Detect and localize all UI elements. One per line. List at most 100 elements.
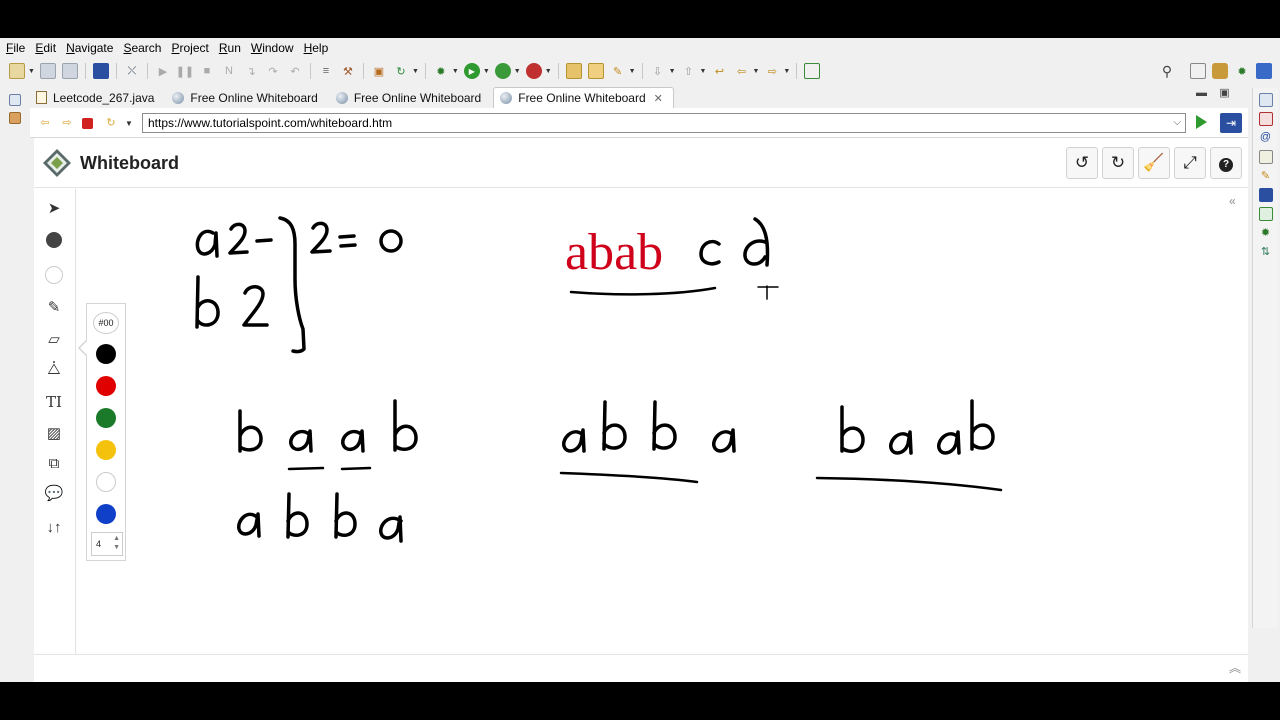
url-input[interactable]: https://www.tutorialspoint.com/whiteboar… bbox=[142, 113, 1186, 133]
drawing-canvas[interactable]: abab bbox=[77, 189, 1225, 654]
step-over-icon[interactable]: ↷ bbox=[265, 63, 281, 79]
chevron-down-icon[interactable]: ▼ bbox=[483, 68, 490, 75]
color-swatch-yellow[interactable] bbox=[96, 440, 116, 460]
forward-icon[interactable]: ⇨ bbox=[60, 117, 74, 130]
package-explorer-icon[interactable] bbox=[9, 112, 21, 124]
chevron-down-icon[interactable]: ▼ bbox=[412, 68, 419, 75]
menu-search[interactable]: Search bbox=[123, 41, 161, 55]
menu-help[interactable]: Help bbox=[304, 41, 329, 55]
tab-leetcode-java[interactable]: Leetcode_267.java bbox=[30, 87, 164, 108]
pointer-tool[interactable]: ➤ bbox=[40, 196, 68, 222]
chevron-down-icon[interactable]: ▼ bbox=[700, 68, 707, 75]
debug-view-icon[interactable]: ✹ bbox=[1259, 226, 1273, 240]
step-into-icon[interactable]: ↴ bbox=[243, 63, 259, 79]
menu-window[interactable]: Window bbox=[251, 41, 294, 55]
close-icon[interactable]: ✕ bbox=[654, 92, 663, 105]
next-annotation-icon[interactable]: ⇩ bbox=[650, 63, 666, 79]
custom-color-button[interactable]: #00 bbox=[93, 312, 119, 334]
search-icon[interactable]: ⚲ bbox=[1159, 63, 1175, 79]
open-type-icon[interactable] bbox=[565, 63, 582, 79]
terminal-icon[interactable] bbox=[92, 63, 109, 79]
color-swatch-black[interactable] bbox=[96, 344, 116, 364]
skip-breakpoints-icon[interactable]: ⤬ bbox=[124, 63, 140, 79]
servers-icon[interactable] bbox=[1258, 207, 1273, 221]
chevron-down-icon[interactable]: ▼ bbox=[783, 68, 790, 75]
restore-icon[interactable] bbox=[9, 94, 21, 106]
image-tool[interactable]: ▨ bbox=[40, 421, 68, 447]
debug-icon[interactable]: ✹ bbox=[433, 63, 449, 79]
coverage-icon[interactable] bbox=[494, 63, 511, 79]
fullscreen-button[interactable]: ⤢ bbox=[1174, 147, 1206, 179]
maximize-icon[interactable]: ▣ bbox=[1219, 87, 1229, 99]
menu-file[interactable]: File bbox=[6, 41, 25, 55]
color-swatch-blue[interactable] bbox=[96, 504, 116, 524]
color-swatch-white[interactable] bbox=[96, 472, 116, 492]
refresh-icon[interactable]: ↻ bbox=[393, 63, 409, 79]
shapes-tool[interactable]: ⧊ bbox=[40, 357, 68, 383]
java-ee-perspective-icon[interactable] bbox=[1212, 63, 1228, 79]
chevron-down-icon[interactable]: ▼ bbox=[452, 68, 459, 75]
go-icon[interactable] bbox=[1196, 115, 1207, 129]
redo-button[interactable]: ↻ bbox=[1102, 147, 1134, 179]
save-all-icon[interactable] bbox=[61, 63, 78, 79]
progress-icon[interactable]: ⇅ bbox=[1259, 245, 1273, 259]
scroll-up-icon[interactable]: ︽ bbox=[1229, 659, 1241, 676]
last-edit-icon[interactable]: ↩ bbox=[711, 63, 727, 79]
back-icon[interactable]: ⇦ bbox=[38, 117, 52, 130]
open-external-icon[interactable]: ⇥ bbox=[1220, 113, 1242, 133]
stop-icon[interactable] bbox=[82, 118, 93, 129]
clear-button[interactable]: 🧹 bbox=[1138, 147, 1170, 179]
java-perspective-icon[interactable] bbox=[1256, 63, 1272, 79]
chevron-down-icon[interactable]: ▼ bbox=[28, 68, 35, 75]
debug-perspective-icon[interactable]: ✹ bbox=[1234, 63, 1250, 79]
chevron-down-icon[interactable]: ▼ bbox=[752, 68, 759, 75]
open-folder-icon[interactable] bbox=[587, 63, 604, 79]
new-icon[interactable] bbox=[9, 63, 25, 79]
pen-tool[interactable]: ✎ bbox=[40, 295, 68, 321]
restore-icon[interactable] bbox=[1258, 93, 1273, 107]
package-icon[interactable]: ▣ bbox=[371, 63, 387, 79]
color-picker-tool[interactable] bbox=[40, 227, 68, 253]
stepper-arrows-icon[interactable]: ▲ ▼ bbox=[113, 534, 120, 552]
chevron-down-icon[interactable]: ▼ bbox=[545, 68, 552, 75]
chevron-down-icon[interactable]: ▼ bbox=[122, 117, 136, 130]
stamp-tool[interactable]: ⧉ bbox=[40, 451, 68, 477]
undo-button[interactable]: ↺ bbox=[1066, 147, 1098, 179]
tab-whiteboard-2[interactable]: Free Online Whiteboard bbox=[330, 87, 491, 108]
back-icon[interactable]: ⇦ bbox=[733, 63, 749, 79]
chevron-down-icon[interactable]: ⌵ bbox=[1173, 114, 1181, 132]
menu-edit[interactable]: Edit bbox=[35, 41, 56, 55]
declaration-icon[interactable]: ✎ bbox=[1259, 169, 1273, 183]
pen-icon[interactable]: ✎ bbox=[610, 63, 626, 79]
external-tools-icon[interactable] bbox=[525, 63, 542, 79]
prev-annotation-icon[interactable]: ⇧ bbox=[681, 63, 697, 79]
comment-tool[interactable]: 💬 bbox=[40, 481, 68, 507]
color-swatch-green[interactable] bbox=[96, 408, 116, 428]
save-icon[interactable] bbox=[39, 63, 56, 79]
suspend-icon[interactable]: ❚❚ bbox=[176, 63, 194, 79]
background-color-tool[interactable] bbox=[40, 261, 68, 287]
menu-project[interactable]: Project bbox=[171, 41, 208, 55]
chevron-down-icon[interactable]: ▼ bbox=[669, 68, 676, 75]
at-sign-icon[interactable]: @ bbox=[1259, 131, 1273, 145]
javadoc-icon[interactable] bbox=[1258, 150, 1273, 164]
open-perspective-icon[interactable] bbox=[1190, 63, 1206, 79]
pin-editor-icon[interactable] bbox=[804, 63, 821, 79]
text-tool[interactable]: TI bbox=[40, 389, 68, 415]
move-tool[interactable]: ↓↑ bbox=[40, 515, 68, 541]
step-return-icon[interactable]: ↶ bbox=[287, 63, 303, 79]
menu-navigate[interactable]: Navigate bbox=[66, 41, 113, 55]
outline-icon[interactable] bbox=[1258, 112, 1273, 126]
terminate-icon[interactable]: ■ bbox=[199, 63, 215, 79]
tab-whiteboard-3[interactable]: Free Online Whiteboard ✕ bbox=[493, 87, 674, 108]
help-button[interactable]: ? bbox=[1210, 147, 1242, 179]
disconnect-icon[interactable]: N bbox=[221, 63, 237, 79]
brush-size-stepper[interactable]: 4 ▲ ▼ bbox=[91, 532, 123, 556]
collapse-icon[interactable]: « bbox=[1229, 194, 1236, 208]
eraser-tool[interactable]: ▱ bbox=[40, 327, 68, 353]
tools-icon[interactable]: ⚒ bbox=[340, 63, 356, 79]
forward-icon[interactable]: ⇨ bbox=[764, 63, 780, 79]
refresh-icon[interactable]: ↻ bbox=[104, 117, 118, 130]
console-icon[interactable] bbox=[1258, 188, 1273, 202]
list-icon[interactable]: ≡ bbox=[318, 63, 334, 79]
